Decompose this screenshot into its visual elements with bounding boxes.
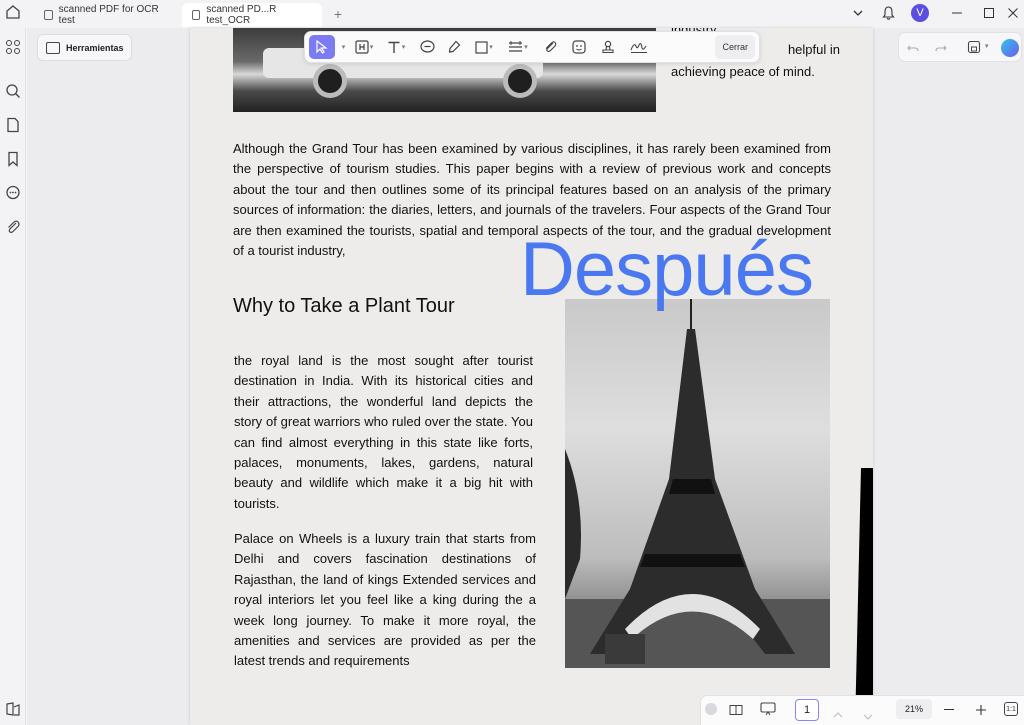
home-icon[interactable] xyxy=(5,4,21,20)
document-icon xyxy=(44,10,53,20)
toolbox-icon xyxy=(46,41,60,54)
comments-icon[interactable] xyxy=(5,185,21,201)
annotation-toolbar: ▾ ▾ ▾ ▾ ▾ Cerrar xyxy=(304,31,760,63)
text-box-icon[interactable]: ▾ xyxy=(351,35,377,59)
app-logo-icon[interactable] xyxy=(5,701,21,717)
tab-label: scanned PD...R test_OCR xyxy=(206,4,277,26)
save-dropdown-caret[interactable]: ▾ xyxy=(985,42,989,50)
top-right-line2: achieving peace of mind. xyxy=(671,64,815,79)
app-window: scanned PDF for OCR test scanned PD...R … xyxy=(0,0,1024,725)
collapse-panel-icon[interactable] xyxy=(705,703,717,715)
page-edge-shadow xyxy=(855,468,873,725)
tools-button-label: Herramientas xyxy=(66,42,124,53)
zoom-out-icon[interactable] xyxy=(944,709,954,710)
page-number-input[interactable]: 1 xyxy=(795,699,819,721)
chevron-down-icon[interactable] xyxy=(850,0,866,26)
attach-icon[interactable] xyxy=(537,35,563,59)
reading-mode-icon[interactable] xyxy=(729,703,743,721)
zoom-level[interactable]: 21% xyxy=(896,699,932,719)
overlay-watermark-text: Después xyxy=(520,227,814,312)
new-tab-button[interactable]: + xyxy=(326,2,350,26)
strikeout-icon[interactable]: ▾ xyxy=(502,35,534,59)
bell-icon[interactable] xyxy=(880,0,896,26)
maximize-button[interactable] xyxy=(980,0,998,26)
apps-grid-icon[interactable] xyxy=(5,39,21,55)
pdf-page[interactable]: industry helpful in achieving peace of m… xyxy=(190,28,873,725)
right-tools-panel: ▾ xyxy=(898,32,1022,62)
sticker-icon[interactable] xyxy=(566,35,592,59)
attachment-icon[interactable] xyxy=(5,219,21,235)
actual-size-icon[interactable]: 1:1 xyxy=(1004,702,1018,716)
paragraph-royal-land: the royal land is the most sought after … xyxy=(234,353,533,511)
comment-icon[interactable] xyxy=(415,35,439,59)
paragraph-palace-on-wheels: Palace on Wheels is a luxury train that … xyxy=(234,531,536,669)
eiffel-tower-photo xyxy=(565,299,830,668)
previous-page-icon[interactable] xyxy=(833,705,843,723)
document-icon xyxy=(192,10,201,20)
signature-icon[interactable] xyxy=(624,35,654,59)
eiffel-tower-drawing xyxy=(565,299,830,668)
search-icon[interactable] xyxy=(5,83,21,99)
redo-icon[interactable] xyxy=(935,41,947,59)
select-dropdown-caret[interactable]: ▾ xyxy=(338,35,348,59)
stamp-icon[interactable] xyxy=(595,35,621,59)
highlighter-icon[interactable] xyxy=(442,35,466,59)
tools-button[interactable]: Herramientas xyxy=(37,34,132,61)
close-toolbar-button[interactable]: Cerrar xyxy=(715,35,755,59)
tab-document-1[interactable]: scanned PDF for OCR test xyxy=(34,3,182,27)
bookmark-icon[interactable] xyxy=(5,151,21,167)
undo-icon[interactable] xyxy=(907,41,919,59)
zoom-in-icon[interactable] xyxy=(975,703,987,721)
pages-icon[interactable] xyxy=(5,117,21,133)
next-page-icon[interactable] xyxy=(863,707,873,725)
tab-label: scanned PDF for OCR test xyxy=(58,4,159,26)
top-right-line1: helpful in xyxy=(787,42,840,57)
car-wheel xyxy=(313,64,347,98)
select-cursor-icon[interactable] xyxy=(309,35,335,59)
rectangle-icon[interactable]: ▾ xyxy=(469,35,499,59)
save-icon[interactable] xyxy=(967,40,981,59)
tab-document-2[interactable]: scanned PD...R test_OCR xyxy=(182,3,322,27)
ai-assistant-icon[interactable] xyxy=(1001,39,1019,57)
section-heading: Why to Take a Plant Tour xyxy=(233,295,455,317)
presentation-icon[interactable] xyxy=(760,702,776,721)
car-wheel xyxy=(503,64,537,98)
close-window-button[interactable] xyxy=(1004,0,1022,26)
minimize-button[interactable] xyxy=(948,0,966,26)
text-icon[interactable]: ▾ xyxy=(380,35,412,59)
tab-bar: scanned PDF for OCR test scanned PD...R … xyxy=(0,0,1024,28)
user-avatar[interactable]: V xyxy=(911,4,929,22)
